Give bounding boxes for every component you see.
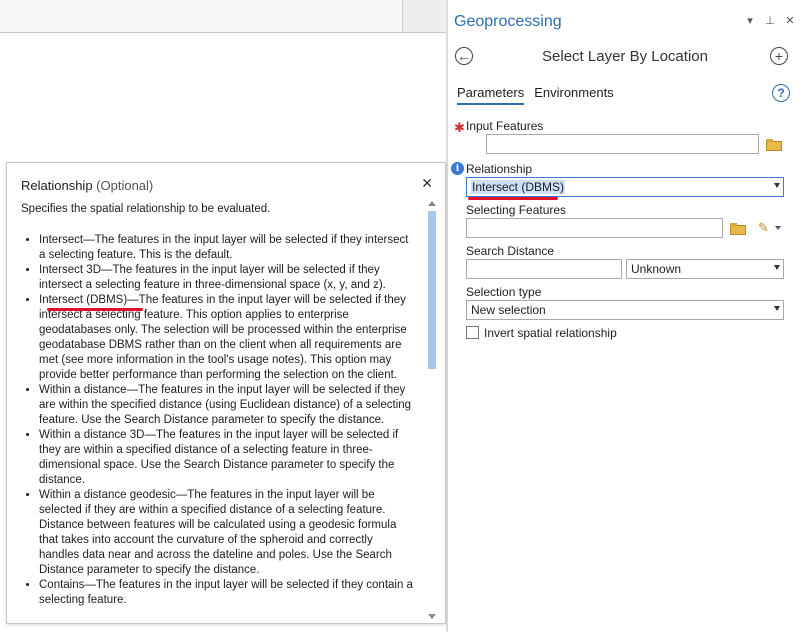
view-tab-strip xyxy=(0,0,446,33)
pane-title: Geoprocessing xyxy=(454,13,562,30)
browse-folder-icon[interactable] xyxy=(730,223,746,235)
popup-title: Relationship (Optional) xyxy=(21,178,153,193)
close-icon[interactable]: ✕ xyxy=(784,14,796,27)
list-item: Within a distance geodesic—The features … xyxy=(39,488,415,578)
input-features-label: Input Features xyxy=(466,119,544,133)
list-item: Intersect (DBMS)—The features in the inp… xyxy=(39,293,415,383)
help-icon[interactable]: ? xyxy=(772,84,790,102)
chevron-down-icon[interactable] xyxy=(775,226,781,230)
plus-icon: + xyxy=(774,48,784,64)
annotation-underline xyxy=(47,308,143,311)
distance-unit-dropdown[interactable]: Unknown xyxy=(626,259,784,279)
popup-optional-text: (Optional) xyxy=(96,178,154,193)
close-icon[interactable]: ✕ xyxy=(421,175,433,192)
tool-title: Select Layer By Location xyxy=(542,48,708,65)
parameter-help-popup: Relationship (Optional) ✕ Specifies the … xyxy=(6,162,446,624)
pane-controls: ▾ ⊥ ✕ xyxy=(744,14,796,27)
add-button[interactable]: + xyxy=(770,47,788,65)
list-item: Within a distance—The features in the in… xyxy=(39,383,415,428)
search-distance-label: Search Distance xyxy=(466,244,555,258)
search-distance-field[interactable] xyxy=(466,259,622,279)
popup-scrollbar[interactable] xyxy=(427,201,437,619)
selecting-features-label: Selecting Features xyxy=(466,203,567,217)
pin-icon[interactable]: ⊥ xyxy=(764,14,776,27)
list-item: Intersect—The features in the input laye… xyxy=(39,233,415,263)
required-star-icon: ✱ xyxy=(454,120,465,135)
list-item: Within a distance 3D—The features in the… xyxy=(39,428,415,488)
chevron-down-icon xyxy=(774,183,780,188)
invert-checkbox[interactable] xyxy=(466,326,479,339)
invert-label: Invert spatial relationship xyxy=(484,326,617,340)
tool-tabs: Parameters Environments xyxy=(457,85,614,105)
tab-environments[interactable]: Environments xyxy=(534,85,613,105)
input-features-field[interactable] xyxy=(486,134,759,154)
view-tab[interactable] xyxy=(0,0,403,32)
popup-title-text: Relationship xyxy=(21,178,93,193)
chevron-down-icon xyxy=(774,265,780,270)
list-item: Intersect 3D—The features in the input l… xyxy=(39,263,415,293)
selection-type-dropdown[interactable]: New selection xyxy=(466,300,784,320)
pencil-icon[interactable]: ✎ xyxy=(758,220,769,236)
chevron-down-icon xyxy=(774,306,780,311)
selection-type-value: New selection xyxy=(471,303,546,317)
selecting-features-field[interactable] xyxy=(466,218,723,238)
selection-type-label: Selection type xyxy=(466,285,542,299)
geoprocessing-pane: Geoprocessing ▾ ⊥ ✕ ← Select Layer By Lo… xyxy=(448,0,802,632)
relationship-label: Relationship xyxy=(466,162,533,176)
popup-description: Specifies the spatial relationship to be… xyxy=(21,203,271,215)
scroll-thumb[interactable] xyxy=(428,211,436,369)
tab-parameters[interactable]: Parameters xyxy=(457,85,525,105)
pane-menu-icon[interactable]: ▾ xyxy=(744,14,756,27)
browse-folder-icon[interactable] xyxy=(766,139,782,151)
relationship-value: Intersect (DBMS) xyxy=(471,180,566,194)
scroll-down-icon[interactable] xyxy=(428,614,436,619)
scroll-up-icon[interactable] xyxy=(428,201,436,206)
annotation-underline xyxy=(468,197,558,200)
distance-unit-value: Unknown xyxy=(631,262,682,276)
popup-option-list: Intersect—The features in the input laye… xyxy=(21,233,415,617)
list-item: Contains—The features in the input layer… xyxy=(39,578,415,608)
info-icon[interactable]: i xyxy=(451,162,464,175)
relationship-dropdown[interactable]: Intersect (DBMS) xyxy=(466,177,784,197)
